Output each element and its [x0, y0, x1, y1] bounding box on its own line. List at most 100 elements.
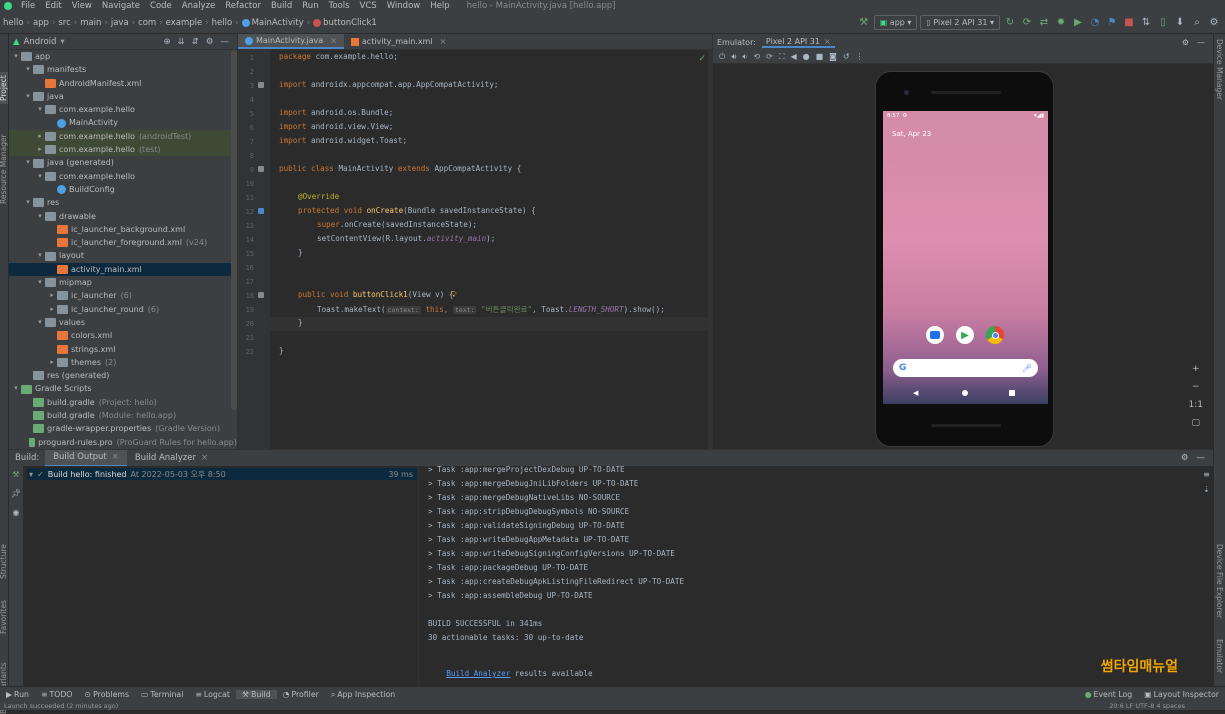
tree-item[interactable]: ▸ ic_launcher_round (6): [9, 303, 237, 316]
chevron-down-icon[interactable]: ▾: [11, 382, 21, 395]
pin-icon[interactable]: 📌︎: [11, 489, 21, 498]
hide-icon[interactable]: —: [1197, 38, 1205, 47]
tab-build-output[interactable]: Build Output ×: [45, 449, 127, 467]
chevron-down-icon[interactable]: ▾: [35, 103, 45, 116]
resource-manager-tool-tab[interactable]: Resource Manager: [0, 134, 8, 204]
apply-changes-icon[interactable]: ⟳: [1020, 16, 1034, 30]
chevron-down-icon[interactable]: ▾: [35, 210, 45, 223]
back-icon[interactable]: ◀: [790, 52, 796, 61]
tree-item[interactable]: ▾ drawable: [9, 210, 237, 223]
avd-manager-icon[interactable]: ▯: [1156, 16, 1170, 30]
menu-code[interactable]: Code: [145, 0, 177, 12]
soft-wrap-icon[interactable]: ≡: [1203, 470, 1210, 479]
tree-item[interactable]: ▾ com.example.hello: [9, 170, 237, 183]
tree-item[interactable]: ic_launcher_foreground.xml (v24): [9, 236, 237, 249]
tree-item[interactable]: gradle-wrapper.properties (Gradle Version…: [9, 422, 237, 435]
breadcrumb-src[interactable]: src: [58, 18, 70, 28]
chevron-down-icon[interactable]: ▾: [29, 470, 33, 479]
menu-vcs[interactable]: VCS: [355, 0, 382, 12]
build-analyzer-link[interactable]: Build Analyzer: [446, 669, 510, 678]
close-icon[interactable]: ×: [112, 450, 119, 465]
chevron-down-icon[interactable]: ▾: [35, 170, 45, 183]
tab-mainactivity[interactable]: MainActivity.java ×: [238, 34, 344, 49]
chevron-down-icon[interactable]: ▾: [35, 249, 45, 262]
menu-analyze[interactable]: Analyze: [177, 0, 221, 12]
debug-icon[interactable]: ✹: [1054, 16, 1068, 30]
tool-tab-event-log[interactable]: ● Event Log: [1079, 690, 1139, 699]
more-icon[interactable]: ⋮: [856, 52, 864, 61]
gear-icon[interactable]: ⚙: [206, 37, 214, 47]
phone-screen[interactable]: 8:57 ⚙ ▾◢▮ Sat, Apr 23 ▶ G 🎤︎ ◀: [883, 111, 1048, 404]
google-search-bar[interactable]: G 🎤︎: [893, 359, 1038, 377]
hammer-icon[interactable]: ⚒: [857, 16, 871, 30]
lightbulb-icon[interactable]: 💡︎: [451, 290, 457, 300]
nav-home-icon[interactable]: [962, 390, 968, 396]
rebuild-icon[interactable]: ⚒: [12, 470, 19, 479]
device-dropdown[interactable]: ▯ Pixel 2 API 31 ▾: [920, 15, 1000, 30]
chevron-down-icon[interactable]: ▾: [23, 63, 33, 76]
tree-item[interactable]: ▾ app: [9, 50, 237, 63]
menu-tools[interactable]: Tools: [324, 0, 355, 12]
scroll-to-end-icon[interactable]: ⇣: [1203, 485, 1210, 494]
camera-icon[interactable]: ◙: [829, 52, 837, 61]
hide-icon[interactable]: —: [221, 37, 230, 47]
sdk-manager-icon[interactable]: ⬇: [1173, 16, 1187, 30]
messages-app-icon[interactable]: [926, 326, 944, 344]
volume-down-icon[interactable]: 🔉︎: [742, 52, 747, 62]
zoom-out-icon[interactable]: −: [1192, 382, 1200, 392]
at-a-glance-date[interactable]: Sat, Apr 23: [892, 130, 931, 138]
home-icon[interactable]: ●: [803, 52, 810, 61]
tree-item[interactable]: ▾ java: [9, 90, 237, 103]
structure-tool-tab[interactable]: Structure: [0, 544, 8, 579]
breadcrumb-mainactivity[interactable]: MainActivity: [252, 18, 304, 28]
close-icon[interactable]: ×: [201, 453, 208, 463]
hide-icon[interactable]: —: [1197, 453, 1206, 463]
device-file-explorer-tool-tab[interactable]: Device File Explorer: [1215, 544, 1224, 618]
tree-item[interactable]: ▸ com.example.hello (androidTest): [9, 129, 237, 144]
close-icon[interactable]: ×: [824, 37, 831, 46]
menu-file[interactable]: File: [16, 0, 40, 12]
overview-icon[interactable]: ■: [816, 52, 824, 61]
play-store-app-icon[interactable]: ▶: [956, 326, 974, 344]
tree-item[interactable]: ▸ com.example.hello (test): [9, 143, 237, 157]
gear-icon[interactable]: ⚙: [1181, 453, 1189, 463]
gear-icon[interactable]: ⚙: [1182, 38, 1189, 47]
tree-item[interactable]: ic_launcher_background.xml: [9, 223, 237, 236]
chevron-down-icon[interactable]: ▾: [23, 156, 33, 169]
emulator-tool-tab[interactable]: Emulator: [1215, 639, 1224, 673]
apply-code-changes-icon[interactable]: ⇄: [1037, 16, 1051, 30]
tab-activity-main[interactable]: activity_main.xml ×: [344, 34, 453, 49]
chevron-right-icon[interactable]: ▸: [47, 289, 57, 302]
tree-item[interactable]: ▸ themes (2): [9, 356, 237, 369]
project-tool-tab[interactable]: Project: [0, 72, 8, 104]
chevron-right-icon[interactable]: ▸: [47, 356, 57, 369]
tool-tab-profiler[interactable]: ◔ Profiler: [277, 690, 325, 699]
tree-item[interactable]: ▾ mipmap: [9, 276, 237, 289]
nav-back-icon[interactable]: ◀: [913, 389, 918, 397]
tree-item[interactable]: strings.xml: [9, 343, 237, 356]
chevron-down-icon[interactable]: ▾: [60, 37, 64, 47]
coverage-icon[interactable]: ▶: [1071, 16, 1085, 30]
fit-screen-icon[interactable]: ▢: [1192, 418, 1201, 428]
favorites-tool-tab[interactable]: Favorites: [0, 600, 8, 634]
tool-tab-problems[interactable]: ⊙ Problems: [79, 690, 136, 699]
tree-item[interactable]: ▾ res: [9, 196, 237, 209]
tab-build-analyzer[interactable]: Build Analyzer ×: [127, 453, 216, 463]
expand-all-icon[interactable]: ⇵: [192, 37, 199, 47]
menu-build[interactable]: Build: [266, 0, 297, 12]
tool-tab-build[interactable]: ⚒ Build: [235, 690, 277, 699]
emulator-device-tab[interactable]: Pixel 2 API 31 ×: [761, 37, 835, 48]
menu-window[interactable]: Window: [382, 0, 426, 12]
build-console[interactable]: > Task :app:mergeProjectDexDebug UP-TO-D…: [420, 465, 1206, 686]
override-icon[interactable]: [258, 208, 264, 214]
tool-tab-app-inspection[interactable]: ⌕ App Inspection: [325, 690, 401, 700]
tool-tab-run[interactable]: ▶ Run: [0, 690, 35, 699]
screenshot-icon[interactable]: ⛶: [779, 52, 785, 62]
chevron-down-icon[interactable]: ▾: [23, 90, 33, 103]
search-icon[interactable]: ⌕: [1190, 16, 1204, 30]
breadcrumb-app[interactable]: app: [33, 18, 49, 28]
microphone-icon[interactable]: 🎤︎: [1022, 364, 1032, 373]
menu-help[interactable]: Help: [425, 0, 454, 12]
tool-tab-layout-inspector[interactable]: ▣ Layout Inspector: [1138, 690, 1225, 699]
chevron-down-icon[interactable]: ▾: [35, 316, 45, 329]
